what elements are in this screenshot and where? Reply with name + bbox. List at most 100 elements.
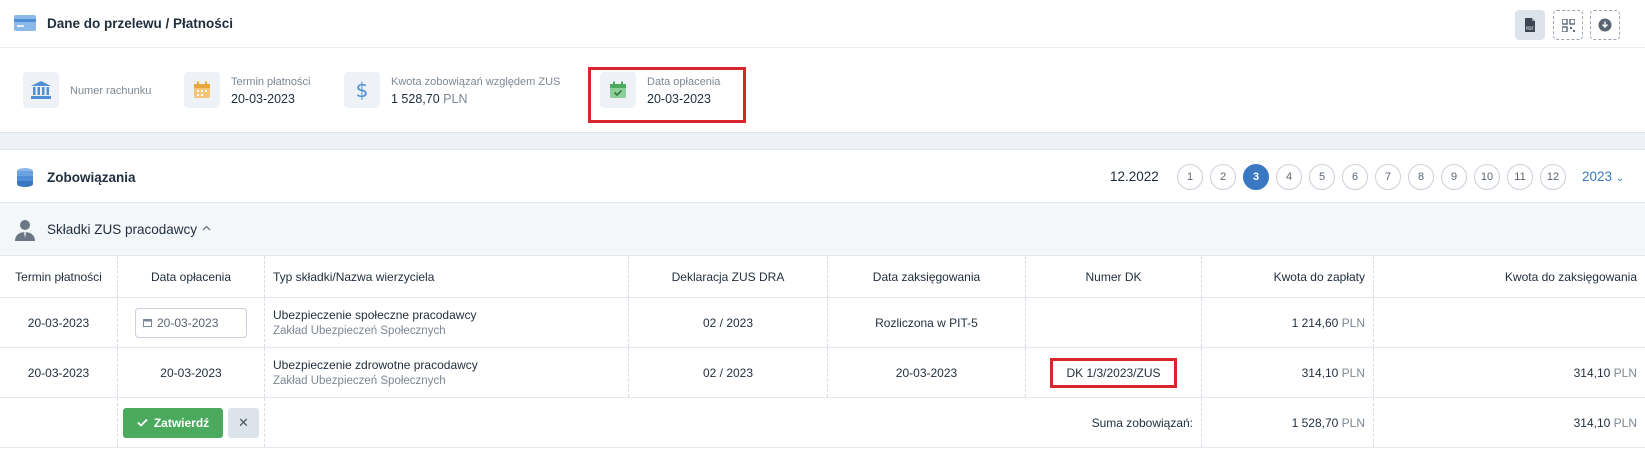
- qr-code-button[interactable]: [1553, 10, 1583, 40]
- sum-label: Suma zobowiązań:: [265, 398, 1202, 447]
- sum-to-pay-currency: PLN: [1341, 415, 1365, 430]
- to-book-cell: [1374, 298, 1645, 347]
- amount-item: $ Kwota zobowiązań względem ZUS 1 528,70…: [344, 72, 584, 112]
- to-pay-currency: PLN: [1341, 365, 1365, 380]
- dk-cell: [1026, 298, 1202, 347]
- booked-cell: Rozliczona w PIT-5: [828, 298, 1026, 347]
- sum-to-pay-value: 1 528,70: [1291, 415, 1339, 430]
- actions-cell: Zatwierdź ✕: [118, 398, 265, 447]
- credit-card-icon: [14, 15, 36, 31]
- amount-label: Kwota zobowiązań względem ZUS: [391, 76, 561, 88]
- month-page-button[interactable]: 1: [1177, 164, 1203, 190]
- pdf-icon: PDF: [1525, 18, 1535, 32]
- to-pay-value: 314,10: [1301, 365, 1339, 380]
- month-page-button[interactable]: 12: [1540, 164, 1566, 190]
- type-cell: Ubezpieczenie społeczne pracodawcy Zakła…: [265, 298, 629, 347]
- declaration-cell: 02 / 2023: [629, 298, 828, 347]
- bank-icon: [31, 81, 51, 99]
- download-button[interactable]: [1590, 10, 1620, 40]
- export-pdf-button[interactable]: PDF: [1515, 10, 1545, 40]
- col-paid-header: Data opłacenia: [118, 256, 265, 297]
- due-date-label: Termin płatności: [231, 76, 311, 88]
- month-page-button[interactable]: 10: [1474, 164, 1500, 190]
- calendar-icon: [194, 81, 210, 98]
- col-to-book-header: Kwota do zaksięgowania: [1504, 269, 1637, 284]
- period-label: 12.2022: [1110, 169, 1159, 184]
- confirm-label: Zatwierdź: [153, 415, 210, 430]
- obligations-card: Zobowiązania 12.2022 1 2 3 4 5 6 7 8 9 10 11 12 202…: [0, 149, 1645, 462]
- amount-value: 1 528,70: [391, 92, 440, 106]
- month-page-button[interactable]: 2: [1210, 164, 1236, 190]
- sum-to-book-cell: 314,10 PLN: [1374, 398, 1645, 447]
- month-page-button[interactable]: 8: [1408, 164, 1434, 190]
- month-page-button[interactable]: 7: [1375, 164, 1401, 190]
- month-page-button[interactable]: 9: [1441, 164, 1467, 190]
- payment-details-title: Dane do przelewu / Płatności: [47, 16, 234, 31]
- due-date-item: Termin płatności 20-03-2023: [184, 72, 324, 112]
- sum-to-book-value: 314,10: [1573, 415, 1611, 430]
- creditor-name: Zakład Ubezpieczeń Społecznych: [273, 325, 446, 337]
- svg-text:PDF: PDF: [1526, 26, 1534, 31]
- dollar-icon: $: [355, 78, 369, 102]
- person-icon: [15, 220, 35, 241]
- table-row: 20-03-2023 20-03-2023 Ubezpieczenie społ…: [0, 298, 1645, 348]
- paid-date-input-value: 20-03-2023: [157, 315, 219, 330]
- due-date-cell: 20-03-2023: [0, 348, 118, 397]
- table-footer-row: Zatwierdź ✕ Suma zobowiązań: 1 528,70 PL…: [0, 398, 1645, 448]
- cancel-button[interactable]: ✕: [228, 407, 259, 438]
- month-page-button[interactable]: 6: [1342, 164, 1368, 190]
- to-book-value: 314,10: [1573, 365, 1611, 380]
- booked-cell: 20-03-2023: [828, 348, 1026, 397]
- confirm-button[interactable]: Zatwierdź: [123, 407, 223, 438]
- zus-employer-section-title: Składki ZUS pracodawcy: [47, 222, 198, 237]
- calendar-icon: [143, 319, 152, 327]
- chevron-up-icon: [202, 225, 211, 231]
- table-header-row: Termin płatności Data opłacenia Typ skła…: [0, 256, 1645, 298]
- month-page-button[interactable]: 11: [1507, 164, 1533, 190]
- paid-date-highlight: [588, 67, 746, 123]
- col-to-pay-header: Kwota do zapłaty: [1202, 256, 1374, 297]
- account-number-item: Numer rachunku: [23, 72, 173, 112]
- due-date-value: 20-03-2023: [231, 92, 295, 106]
- year-value: 2023: [1582, 169, 1613, 184]
- to-book-cell: 314,10 PLN: [1374, 348, 1645, 397]
- col-decl-header: Deklaracja ZUS DRA: [629, 256, 828, 297]
- to-book-currency: PLN: [1613, 365, 1637, 380]
- account-number-label: Numer rachunku: [70, 85, 152, 97]
- contribution-type: Ubezpieczenie zdrowotne pracodawcy: [273, 358, 478, 372]
- download-icon: [1598, 18, 1612, 32]
- coins-icon: [17, 168, 33, 187]
- month-page-button[interactable]: 4: [1276, 164, 1302, 190]
- paid-date-cell: 20-03-2023: [118, 348, 265, 397]
- contribution-type: Ubezpieczenie społeczne pracodawcy: [273, 308, 477, 322]
- dk-number-highlight: DK 1/3/2023/ZUS: [1050, 357, 1177, 388]
- table-row: 20-03-2023 20-03-2023 Ubezpieczenie zdro…: [0, 348, 1645, 398]
- to-pay-value: 1 214,60: [1291, 315, 1339, 330]
- col-booked-header: Data zaksięgowania: [828, 256, 1026, 297]
- col-dk-header: Numer DK: [1026, 256, 1202, 297]
- creditor-name: Zakład Ubezpieczeń Społecznych: [273, 375, 446, 387]
- payment-details-header: Dane do przelewu / Płatności PDF: [0, 0, 1645, 48]
- payment-details-card: Dane do przelewu / Płatności PDF Numer r…: [0, 0, 1645, 133]
- paid-date-input[interactable]: 20-03-2023: [135, 307, 247, 338]
- col-due-header: Termin płatności: [0, 256, 118, 297]
- paid-date-cell: 20-03-2023: [118, 298, 265, 347]
- to-pay-currency: PLN: [1341, 315, 1365, 330]
- amount-value-wrap: 1 528,70 PLN: [391, 92, 467, 106]
- dk-cell: DK 1/3/2023/ZUS: [1026, 348, 1202, 397]
- qr-code-icon: [1561, 18, 1575, 32]
- obligations-title: Zobowiązania: [47, 170, 136, 185]
- amount-currency: PLN: [443, 92, 468, 106]
- obligations-header: Zobowiązania 12.2022 1 2 3 4 5 6 7 8 9 10 11 12 202…: [0, 150, 1645, 203]
- to-pay-cell: 314,10 PLN: [1202, 348, 1374, 397]
- year-select[interactable]: 2023 ⌄: [1582, 169, 1624, 184]
- due-date-cell: 20-03-2023: [0, 298, 118, 347]
- type-cell: Ubezpieczenie zdrowotne pracodawcy Zakła…: [265, 348, 629, 397]
- sum-to-book-currency: PLN: [1613, 415, 1637, 430]
- month-page-button[interactable]: 5: [1309, 164, 1335, 190]
- declaration-cell: 02 / 2023: [629, 348, 828, 397]
- to-pay-cell: 1 214,60 PLN: [1202, 298, 1374, 347]
- zus-employer-section-header[interactable]: Składki ZUS pracodawcy: [0, 203, 1645, 256]
- col-type-header: Typ składki/Nazwa wierzyciela: [265, 256, 629, 297]
- month-page-button[interactable]: 3: [1243, 164, 1269, 190]
